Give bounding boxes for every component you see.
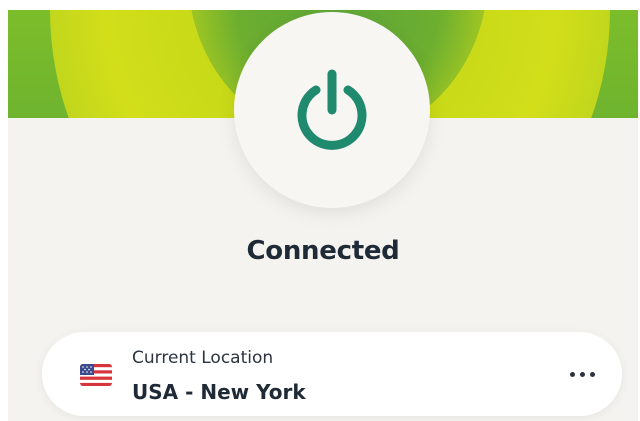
current-location-card[interactable]: Current Location USA - New York (42, 332, 622, 416)
current-location-label: Current Location (132, 348, 274, 368)
current-location-value: USA - New York (132, 380, 306, 404)
dot (569, 371, 575, 377)
connect-toggle-button[interactable] (234, 12, 430, 208)
us-flag-icon (80, 364, 112, 386)
dot (589, 371, 595, 377)
power-icon (297, 69, 367, 150)
more-options-icon[interactable] (560, 358, 604, 390)
dot (579, 371, 585, 377)
connection-status: Connected (246, 236, 400, 266)
vpn-app-window: Connected Current Location USA - New Yor… (8, 10, 638, 421)
